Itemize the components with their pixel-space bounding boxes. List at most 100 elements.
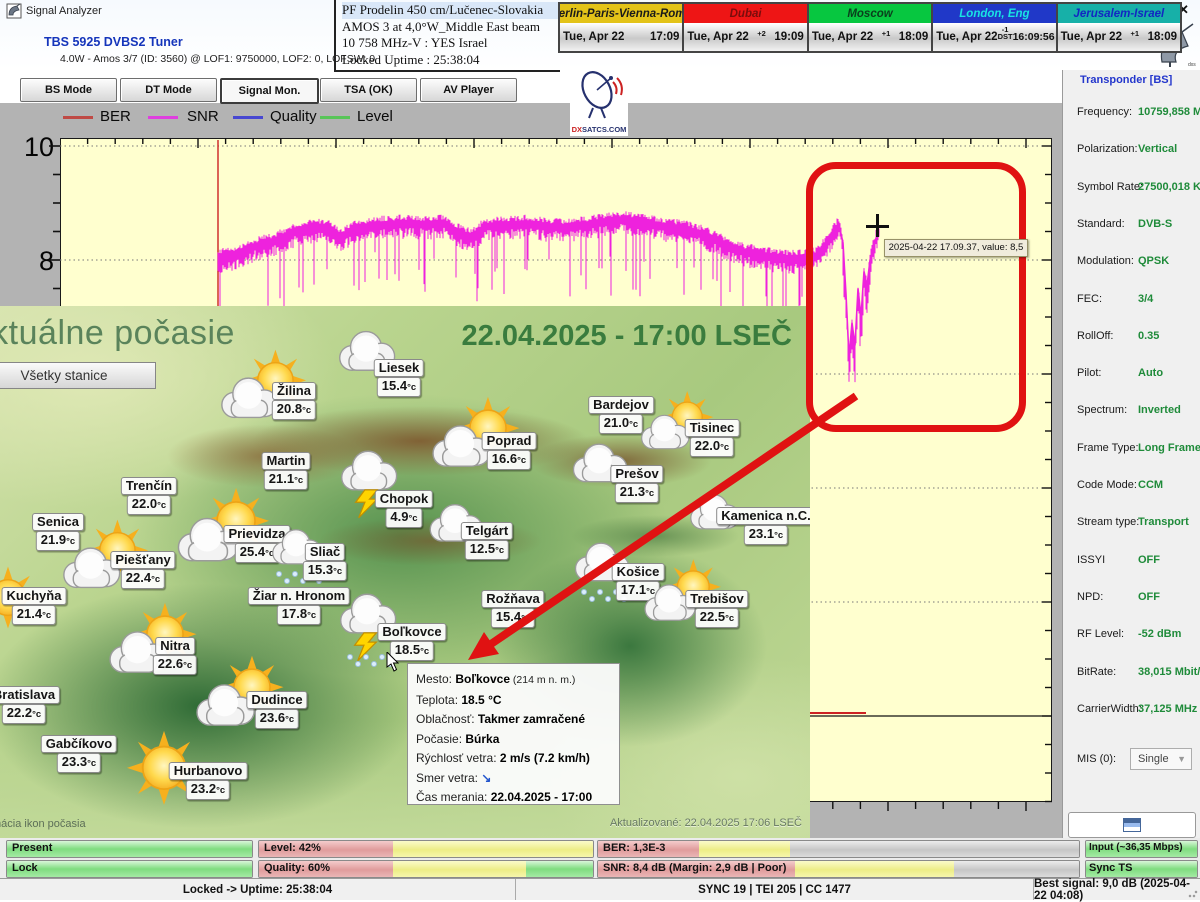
tuner-subtitle: 4.0W - Amos 3/7 (ID: 3560) @ LOF1: 97500… [60,53,375,65]
tp-label-6: RollOff: [1077,330,1113,342]
clock-2: MoscowTue, Apr 22+118:09 [809,4,933,51]
clock-time-row: Tue, Apr 2217:09 [560,23,682,51]
tp-value-11: Transport [1138,516,1189,528]
city-temp: 21.4°c [12,605,56,625]
clock-time: 19:09 [774,31,803,43]
tp-label-5: FEC: [1077,293,1102,305]
station-tooltip-row-5: Smer vetra: ↘ [416,769,611,789]
snr-label: SNR: 8,4 dB (Margin: 2,9 dB | Poor) [603,860,786,876]
clock-time-row: Tue, Apr 22+118:09 [809,23,931,51]
tp-value-3: DVB-S [1138,218,1172,230]
city-name-slia-[interactable]: Sliač [305,543,345,561]
tp-label-3: Standard: [1077,218,1125,230]
station-tooltip-row-0: Mesto: Boľkovce (214 m n. m.) [416,670,611,691]
clock-offset: +1 [1122,30,1148,37]
city-temp: 15.4°c [377,377,421,397]
city-name-trebi-ov[interactable]: Trebišov [685,590,748,608]
city-temp: 23.2°c [186,780,230,800]
input-label: Input (~36,35 Mbps) [1089,840,1183,856]
tp-value-10: CCM [1138,479,1163,491]
city-name-bo-kovce[interactable]: Boľkovce [377,623,446,641]
rain-dot [379,654,385,660]
clock-city: Dubai [684,4,806,23]
station-tooltip-row-2: Oblačnosť: Takmer zamračené [416,710,611,730]
clock-offset: +2 [749,30,775,37]
clock-city: London, Eng [933,4,1055,23]
city-name-bratislava[interactable]: Bratislava [0,686,60,704]
tab-bs-mode[interactable]: BS Mode [20,78,117,102]
tab-signal-mon-[interactable]: Signal Mon. [220,78,319,104]
city-name-poprad[interactable]: Poprad [482,432,537,450]
clock-date: Tue, Apr 22 [812,31,873,43]
tab-av-player[interactable]: AV Player [420,78,517,102]
city-name-gab-kovo[interactable]: Gabčíkovo [41,735,117,753]
info-divider [334,0,336,71]
resize-grip[interactable] [1188,888,1198,898]
mouse-cursor-icon [386,652,400,672]
city-temp: 22.4°c [121,569,165,589]
city-temp: 4.9°c [385,508,422,528]
city-name-hurbanovo[interactable]: Hurbanovo [169,762,248,780]
rain-dot [355,661,361,667]
info-line-3: Locked Uptime : 25:38:04 [342,52,560,69]
city-name-ro-ava[interactable]: Rožňava [481,590,544,608]
status-uptime: Locked -> Uptime: 25:38:04 [0,879,516,900]
city-temp: 15.3°c [303,561,347,581]
city-name-kuchy-a[interactable]: Kuchyňa [2,587,67,605]
clock-city: Berlin-Paris-Vienna-Roma [560,4,682,23]
tp-value-4: QPSK [1138,255,1169,267]
tp-label-10: Code Mode: [1077,479,1137,491]
tp-value-6: 0.35 [1138,330,1159,342]
city-name--ilina[interactable]: Žilina [272,382,316,400]
dxsatcs-dish-icon [571,66,627,120]
city-name-kamenica-n-c-[interactable]: Kamenica n.C. [716,507,810,525]
tp-label-2: Symbol Rate: [1077,181,1143,193]
status-bar: Locked -> Uptime: 25:38:04 SYNC 19 | TEI… [0,878,1200,900]
city-name-martin[interactable]: Martin [262,452,311,470]
mis-dropdown[interactable]: Single ▼ [1130,748,1192,770]
panel-bottom-button[interactable] [1068,812,1196,838]
city-temp: 23.6°c [255,709,299,729]
tp-label-9: Frame Type: [1077,442,1139,454]
tab-tsa-ok-[interactable]: TSA (OK) [320,78,417,102]
clock-4: Jerusalem-IsraelTue, Apr 22+118:09 [1058,4,1180,51]
legend-line-quality [233,116,263,119]
dxsatcs-logo-text: DXSATCS.COM [570,125,628,134]
rain-dot [597,589,603,595]
layers-icon [1123,818,1141,832]
ber-bar [597,840,1080,858]
tp-value-8: Inverted [1138,404,1181,416]
tp-value-7: Auto [1138,367,1163,379]
status-sync: SYNC 19 | TEI 205 | CC 1477 [516,879,1034,900]
clock-0: Berlin-Paris-Vienna-RomaTue, Apr 2217:09 [560,4,684,51]
city-name-pre-ov[interactable]: Prešov [610,465,663,483]
city-name-tisinec[interactable]: Tisinec [685,419,740,437]
present-label: Present [12,840,52,856]
tab-dt-mode[interactable]: DT Mode [120,78,217,102]
city-temp: 22.2°c [2,704,46,724]
clock-1: DubaiTue, Apr 22+219:09 [684,4,808,51]
clock-date: Tue, Apr 22 [563,31,624,43]
level-label: Level: 42% [264,840,321,856]
city-name-pie-any[interactable]: Piešťany [110,551,175,569]
info-line-1: AMOS 3 at 4,0°W_Middle East beam [342,19,560,36]
tp-label-14: RF Level: [1077,628,1124,640]
all-stations-button[interactable]: Všetky stanice [0,362,156,389]
city-name-telg-rt[interactable]: Telgárt [461,522,513,540]
station-tooltip: Mesto: Boľkovce (214 m n. m.)Teplota: 18… [407,663,620,805]
tp-label-1: Polarization: [1077,143,1138,155]
city-name-liesek[interactable]: Liesek [374,359,424,377]
clock-time-row: Tue, Apr 22+118:09 [1058,23,1180,51]
window-title: Signal Analyzer [26,5,102,17]
rain-dot [605,596,611,602]
sync-ts-label: Sync TS [1089,860,1132,876]
rain-dot [284,578,290,584]
map-datetime: 22.04.2025 - 17:00 LSEČ [462,320,792,353]
legend-label-level: Level [357,108,393,125]
clock-time-row: Tue, Apr 22-1DST16:09:56 [933,23,1055,51]
tp-value-14: -52 dBm [1138,628,1181,640]
city-name-tren-n[interactable]: Trenčín [121,477,177,495]
tp-value-15: 38,015 Mbit/s [1138,666,1200,678]
tp-label-12: ISSYI [1077,554,1105,566]
city-name-dudince[interactable]: Dudince [246,691,307,709]
